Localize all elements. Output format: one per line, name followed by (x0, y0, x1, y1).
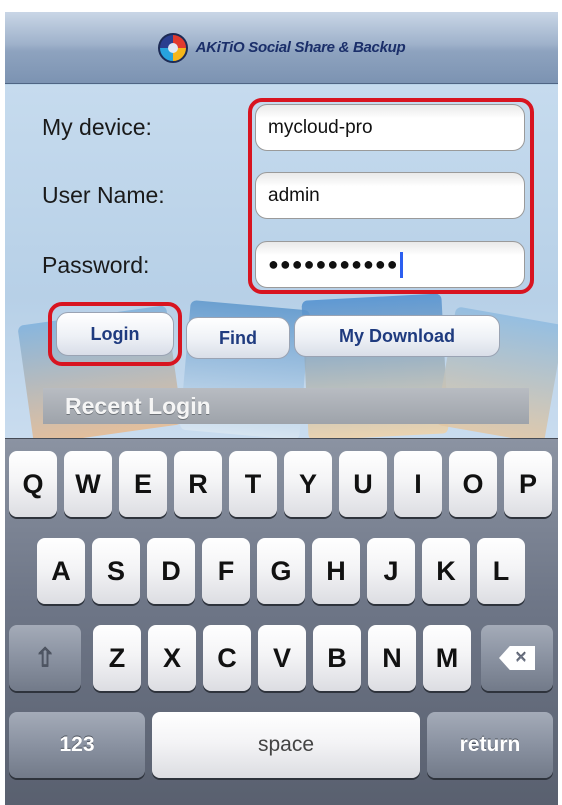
fields-highlight-box (248, 98, 534, 294)
key-s[interactable]: S (92, 538, 140, 604)
shift-arrow-icon: ⇧ (34, 642, 56, 673)
backspace-icon: ✕ (499, 646, 535, 670)
key-y[interactable]: Y (284, 451, 332, 517)
key-m[interactable]: M (423, 625, 471, 691)
password-label: Password: (42, 252, 150, 278)
device-label: My device: (42, 114, 152, 140)
key-i[interactable]: I (394, 451, 442, 517)
find-button[interactable]: Find (186, 317, 290, 359)
key-t[interactable]: T (229, 451, 277, 517)
key-d[interactable]: D (147, 538, 195, 604)
key-j[interactable]: J (367, 538, 415, 604)
key-e[interactable]: E (119, 451, 167, 517)
key-u[interactable]: U (339, 451, 387, 517)
on-screen-keyboard: Q W E R T Y U I O P A S D F G H J K L ⇧ … (5, 438, 558, 805)
numbers-key[interactable]: 123 (9, 712, 145, 778)
shift-key[interactable]: ⇧ (9, 625, 81, 691)
key-w[interactable]: W (64, 451, 112, 517)
key-l[interactable]: L (477, 538, 525, 604)
username-label: User Name: (42, 182, 165, 208)
title-bar: AKiTiO Social Share & Backup (5, 12, 558, 84)
backspace-key[interactable]: ✕ (481, 625, 553, 691)
recent-login-header: Recent Login (43, 388, 529, 424)
key-c[interactable]: C (203, 625, 251, 691)
key-g[interactable]: G (257, 538, 305, 604)
key-b[interactable]: B (313, 625, 361, 691)
key-n[interactable]: N (368, 625, 416, 691)
login-highlight-box (48, 302, 182, 366)
return-key[interactable]: return (427, 712, 553, 778)
key-a[interactable]: A (37, 538, 85, 604)
key-x[interactable]: X (148, 625, 196, 691)
key-z[interactable]: Z (93, 625, 141, 691)
space-key[interactable]: space (152, 712, 420, 778)
key-h[interactable]: H (312, 538, 360, 604)
key-q[interactable]: Q (9, 451, 57, 517)
my-download-button[interactable]: My Download (294, 315, 500, 357)
key-p[interactable]: P (504, 451, 552, 517)
login-form: My device: mycloud-pro User Name: admin … (5, 85, 558, 438)
key-o[interactable]: O (449, 451, 497, 517)
app-title: AKiTiO Social Share & Backup (195, 39, 406, 56)
key-r[interactable]: R (174, 451, 222, 517)
app-screen: AKiTiO Social Share & Backup My device: … (5, 12, 558, 805)
key-k[interactable]: K (422, 538, 470, 604)
key-f[interactable]: F (202, 538, 250, 604)
akitio-logo-icon (157, 32, 188, 63)
key-v[interactable]: V (258, 625, 306, 691)
